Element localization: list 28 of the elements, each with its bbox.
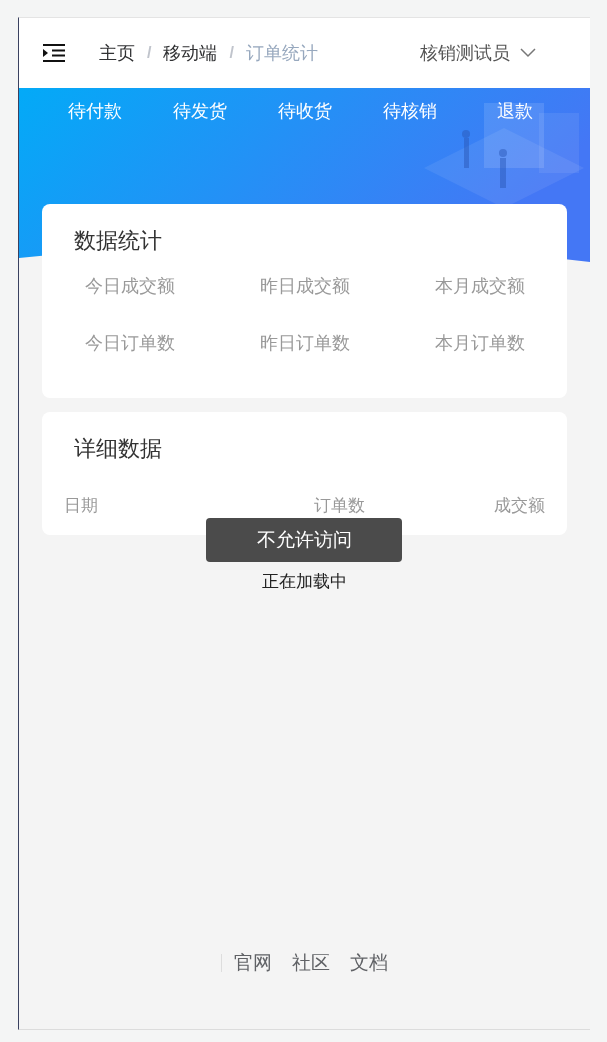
- footer-link[interactable]: 社区: [292, 949, 330, 978]
- tab[interactable]: 退款: [496, 98, 533, 124]
- footer-link[interactable]: 文档: [350, 949, 388, 978]
- stat-label: 今日订单数: [84, 332, 175, 355]
- card-title: 详细数据: [74, 435, 163, 463]
- stat-label: 今日成交额: [84, 275, 175, 298]
- column-header: 订单数: [314, 495, 365, 517]
- breadcrumb-separator: /: [229, 43, 234, 63]
- tab[interactable]: 待收货: [277, 98, 332, 124]
- column-header: 成交额: [494, 495, 545, 517]
- breadcrumb-separator: /: [147, 43, 152, 63]
- stat-label: 昨日订单数: [259, 332, 350, 355]
- loading-text: 正在加载中: [261, 571, 348, 593]
- tab[interactable]: 待发货: [172, 98, 227, 124]
- breadcrumb-link[interactable]: 移动端: [163, 39, 218, 67]
- breadcrumb-link[interactable]: 主页: [99, 39, 135, 67]
- chevron-down-icon[interactable]: [520, 48, 536, 58]
- user-name[interactable]: 核销测试员: [420, 39, 510, 67]
- breadcrumb-current: 订单统计: [245, 41, 318, 65]
- tab[interactable]: 待核销: [382, 98, 437, 124]
- toast-message: 不允许访问: [206, 518, 402, 562]
- column-header: 日期: [64, 495, 98, 517]
- footer-link[interactable]: 官网: [234, 949, 272, 978]
- stat-label: 昨日成交额: [259, 275, 350, 298]
- card-title: 数据统计: [74, 227, 163, 255]
- stat-label: 本月成交额: [434, 275, 525, 298]
- menu-icon[interactable]: [43, 44, 65, 62]
- stat-label: 本月订单数: [434, 332, 525, 355]
